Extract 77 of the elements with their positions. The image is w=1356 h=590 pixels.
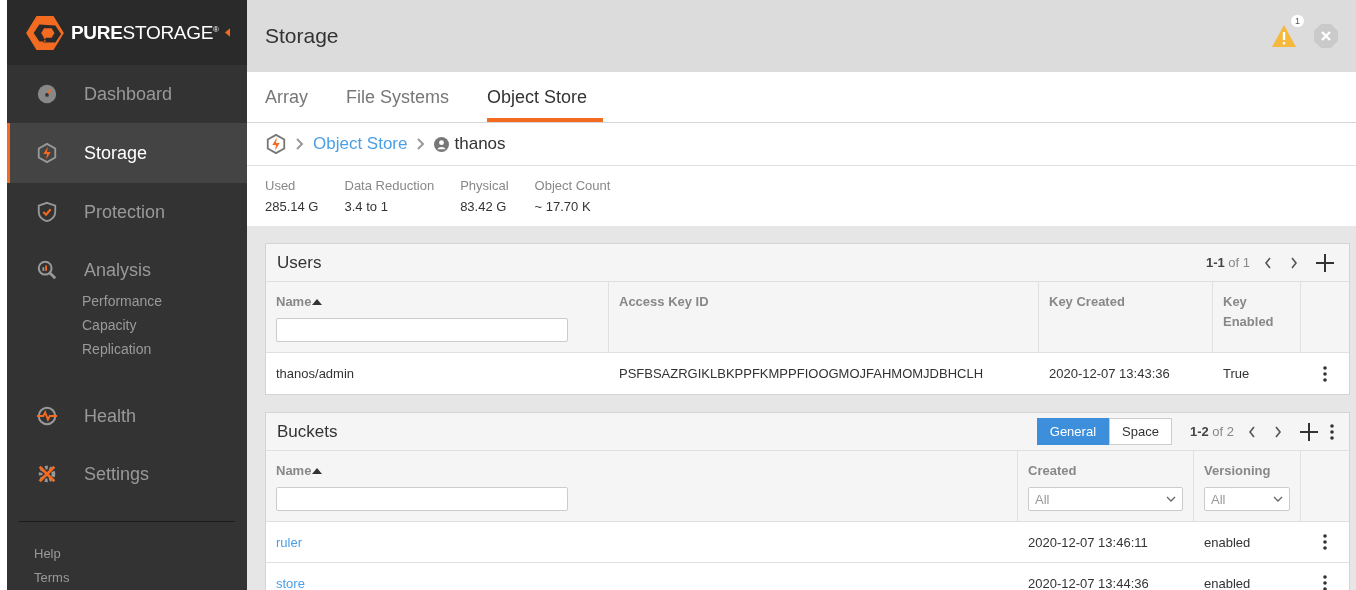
table-cell: enabled [1204,575,1251,590]
more-icon[interactable] [1330,423,1334,440]
caret-icon [1166,496,1176,502]
collapse-icon[interactable] [224,28,230,37]
shield-check-icon [36,201,58,223]
filter-dropdown[interactable]: All [1204,487,1290,511]
user-icon [433,136,449,152]
pulse-icon [36,405,58,427]
column-header[interactable]: Name [276,292,323,312]
sidebar-subitem[interactable]: Capacity [82,313,247,337]
sidebar-subitem[interactable]: Replication [82,337,247,361]
column-header[interactable]: Created [1028,461,1077,481]
sidebar-item[interactable]: Dashboard [7,65,247,123]
column-header[interactable]: Name [276,461,323,481]
stat-label: Used [265,178,297,193]
stat-value: 3.4 to 1 [344,199,389,214]
pagination-text: 1-1 of 1 [1205,255,1250,270]
chevron-left-icon[interactable] [1264,256,1272,269]
stat-value: 83.42 G [460,199,508,214]
panel-title: Buckets [277,421,339,442]
view-toggle-button[interactable]: Space [1109,418,1172,445]
more-icon[interactable] [1323,575,1327,590]
logo-icon [26,15,64,50]
bolt-hexagon-icon [36,142,58,164]
column-header[interactable]: Key Enabled [1223,292,1290,332]
column-header[interactable]: Access Key ID [619,292,709,312]
view-toggle-button[interactable]: General [1036,418,1110,445]
pagination-text: 1-2 of 2 [1189,424,1234,439]
stat-value: ~ 17.70 K [534,199,592,214]
add-icon[interactable] [1300,422,1318,441]
sidebar-subitem[interactable]: Performance [82,289,247,313]
panel-title: Users [277,252,323,273]
column-header[interactable]: Key Created [1049,292,1125,312]
logo-wordmark: PURESTORAGE$^{®}$ [71,21,219,44]
magnifier-chart-icon [36,259,58,281]
chevron-right-icon[interactable] [1274,425,1282,438]
wrench-gear-icon [36,463,58,485]
caret-icon [1273,496,1283,502]
table-cell: thanos/admin [276,366,355,381]
tab[interactable]: Array [265,72,308,122]
table-cell: PSFBSAZRGIKLBKPPFKMPPFIOOGMOJFAHMOMJDBHCLH [619,366,984,381]
chevron-right-icon [296,138,304,150]
table-cell: 2020-12-07 13:44:36 [1028,575,1149,590]
chevron-left-icon[interactable] [1248,425,1256,438]
more-icon[interactable] [1323,534,1327,550]
bolt-hexagon-icon[interactable] [265,133,287,155]
bucket-link[interactable]: store [276,575,305,590]
sidebar-item[interactable]: Health [7,387,247,445]
sidebar-item[interactable]: Protection [7,183,247,241]
chevron-right-icon [416,138,425,150]
chevron-right-icon[interactable] [1290,256,1298,269]
filter-dropdown[interactable]: All [1028,487,1183,511]
footer-link[interactable]: Terms [34,566,235,590]
stat-label: Data Reduction [344,178,435,193]
tab[interactable]: Object Store [487,72,604,122]
filter-field[interactable] [276,487,568,511]
bucket-link[interactable]: ruler [276,534,302,550]
gauge-icon [36,83,58,105]
breadcrumb-current: thanos [454,134,506,154]
table-cell: True [1223,366,1250,381]
alert-count-badge: 1 [1291,15,1304,27]
filter-field[interactable] [276,318,568,342]
tab[interactable]: File Systems [346,72,450,122]
stat-value: 285.14 G [265,199,319,214]
table-cell: 2020-12-07 13:46:11 [1028,534,1148,550]
page-title: Storage [265,24,340,48]
stat-label: Object Count [534,178,611,193]
more-icon[interactable] [1323,365,1327,382]
breadcrumb-link[interactable]: Object Store [313,134,408,154]
column-header[interactable]: Versioning [1204,461,1271,481]
table-cell: enabled [1204,534,1251,550]
add-icon[interactable] [1316,253,1334,272]
stat-label: Physical [460,178,509,193]
sidebar-item[interactable]: Settings [7,445,247,503]
sidebar-item[interactable]: Storage [7,123,247,183]
table-cell: 2020-12-07 13:43:36 [1049,366,1170,381]
footer-link[interactable]: Help [34,542,235,566]
